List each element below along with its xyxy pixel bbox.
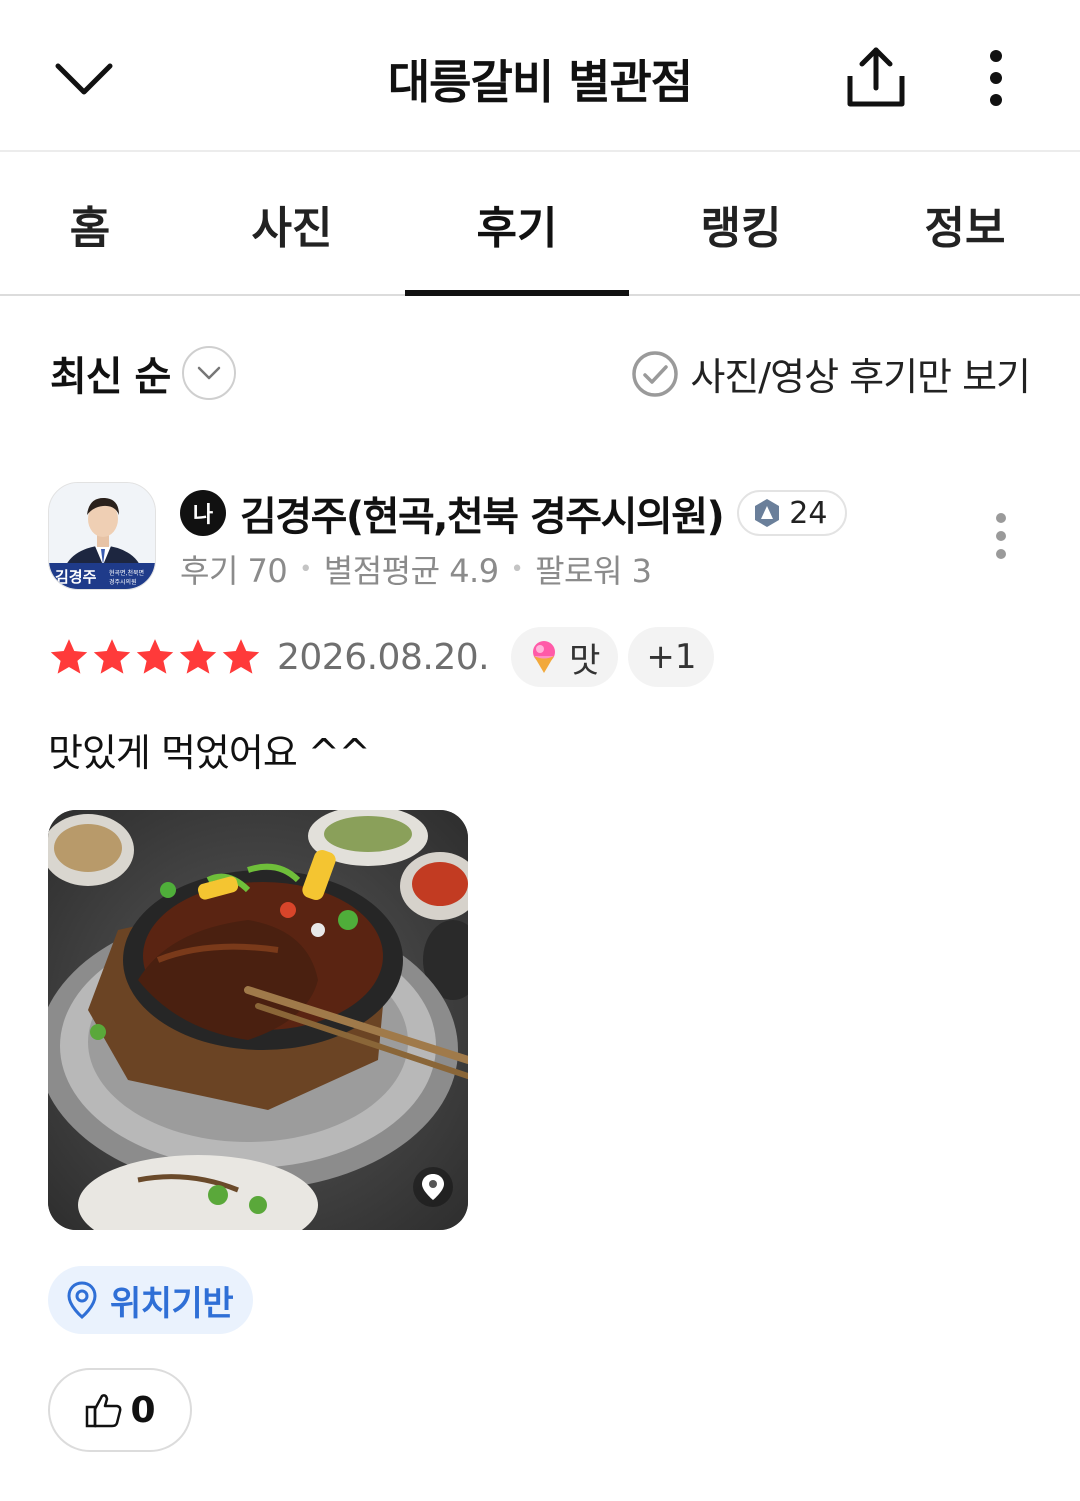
- separator-dot: •: [510, 556, 524, 582]
- avatar[interactable]: 김경주 현곡면,천북면 경주시의원: [48, 482, 156, 590]
- svg-text:현곡면,천북면: 현곡면,천북면: [109, 569, 144, 577]
- ice-cream-icon: [533, 641, 556, 673]
- chevron-down-icon: [182, 346, 237, 400]
- location-badge-label: 위치기반: [110, 1283, 234, 1324]
- star-icon: [179, 639, 217, 674]
- reviewer-grade-number: 24: [789, 495, 828, 531]
- star-icon: [222, 639, 260, 674]
- active-tab-indicator: [405, 290, 629, 296]
- taste-tag-label: 맛: [569, 640, 601, 681]
- more-vertical-icon[interactable]: [976, 48, 1016, 108]
- reviewer-line: 나 김경주(현곡,천북 경주시의원) 24: [180, 484, 848, 542]
- tab-reviews[interactable]: 후기: [405, 152, 629, 296]
- share-icon[interactable]: [842, 44, 910, 110]
- star-icon: [50, 639, 88, 674]
- svg-text:경주시의원: 경주시의원: [109, 578, 137, 586]
- food-photo: [48, 810, 468, 1230]
- reviewer-stats: 후기 70 • 별점평균 4.9 • 팔로워 3: [180, 546, 652, 592]
- check-circle-icon: [632, 350, 679, 397]
- photo-only-label: 사진/영상 후기만 보기: [690, 355, 1031, 399]
- more-tags-label: +1: [646, 637, 697, 677]
- tab-ranking[interactable]: 랭킹: [629, 152, 853, 296]
- rating-row: 2026.08.20. 맛 +1: [48, 627, 715, 687]
- review-date: 2026.08.20.: [277, 636, 490, 678]
- more-tags-chip[interactable]: +1: [628, 627, 715, 687]
- tab-info[interactable]: 정보: [853, 152, 1077, 296]
- separator-dot: •: [299, 556, 312, 582]
- follower-count: 팔로워 3: [535, 552, 652, 590]
- avatar-name-text: 김경주: [55, 568, 97, 586]
- like-count: 0: [130, 1389, 156, 1431]
- average-rating: 별점평균 4.9: [323, 552, 499, 590]
- sort-label: 최신 순: [50, 354, 171, 400]
- review-body: 맛있게 먹었어요 ^^: [48, 731, 371, 775]
- review-photo[interactable]: [48, 810, 468, 1230]
- like-button[interactable]: 0: [48, 1368, 192, 1452]
- taste-tag-chip[interactable]: 맛: [511, 627, 619, 687]
- star-icon: [136, 639, 174, 674]
- tab-home[interactable]: 홈: [0, 152, 202, 296]
- sort-dropdown[interactable]: 최신 순: [50, 344, 237, 402]
- reviewer-name[interactable]: 김경주(현곡,천북 경주시의원): [240, 484, 725, 542]
- review-count: 후기 70: [180, 552, 288, 590]
- location-verified-badge: 위치기반: [48, 1266, 254, 1334]
- more-vertical-icon[interactable]: [986, 512, 1016, 562]
- tab-photos[interactable]: 사진: [180, 152, 404, 296]
- grade-shield-icon: [755, 499, 780, 527]
- star-icon: [93, 639, 131, 674]
- level-badge: 나: [180, 490, 226, 536]
- photo-only-toggle[interactable]: 사진/영상 후기만 보기: [630, 346, 1031, 401]
- app-header: 대릉갈비 별관점: [0, 0, 1080, 152]
- location-pin-icon: [67, 1281, 97, 1319]
- reviewer-grade-badge[interactable]: 24: [737, 490, 848, 536]
- tab-bar: 홈 사진 후기 랭킹 정보: [0, 152, 1080, 296]
- page-title: 대릉갈비 별관점: [387, 55, 693, 109]
- location-pin-icon: [413, 1167, 453, 1207]
- thumbs-up-icon: [86, 1394, 122, 1428]
- star-rating: [48, 636, 263, 678]
